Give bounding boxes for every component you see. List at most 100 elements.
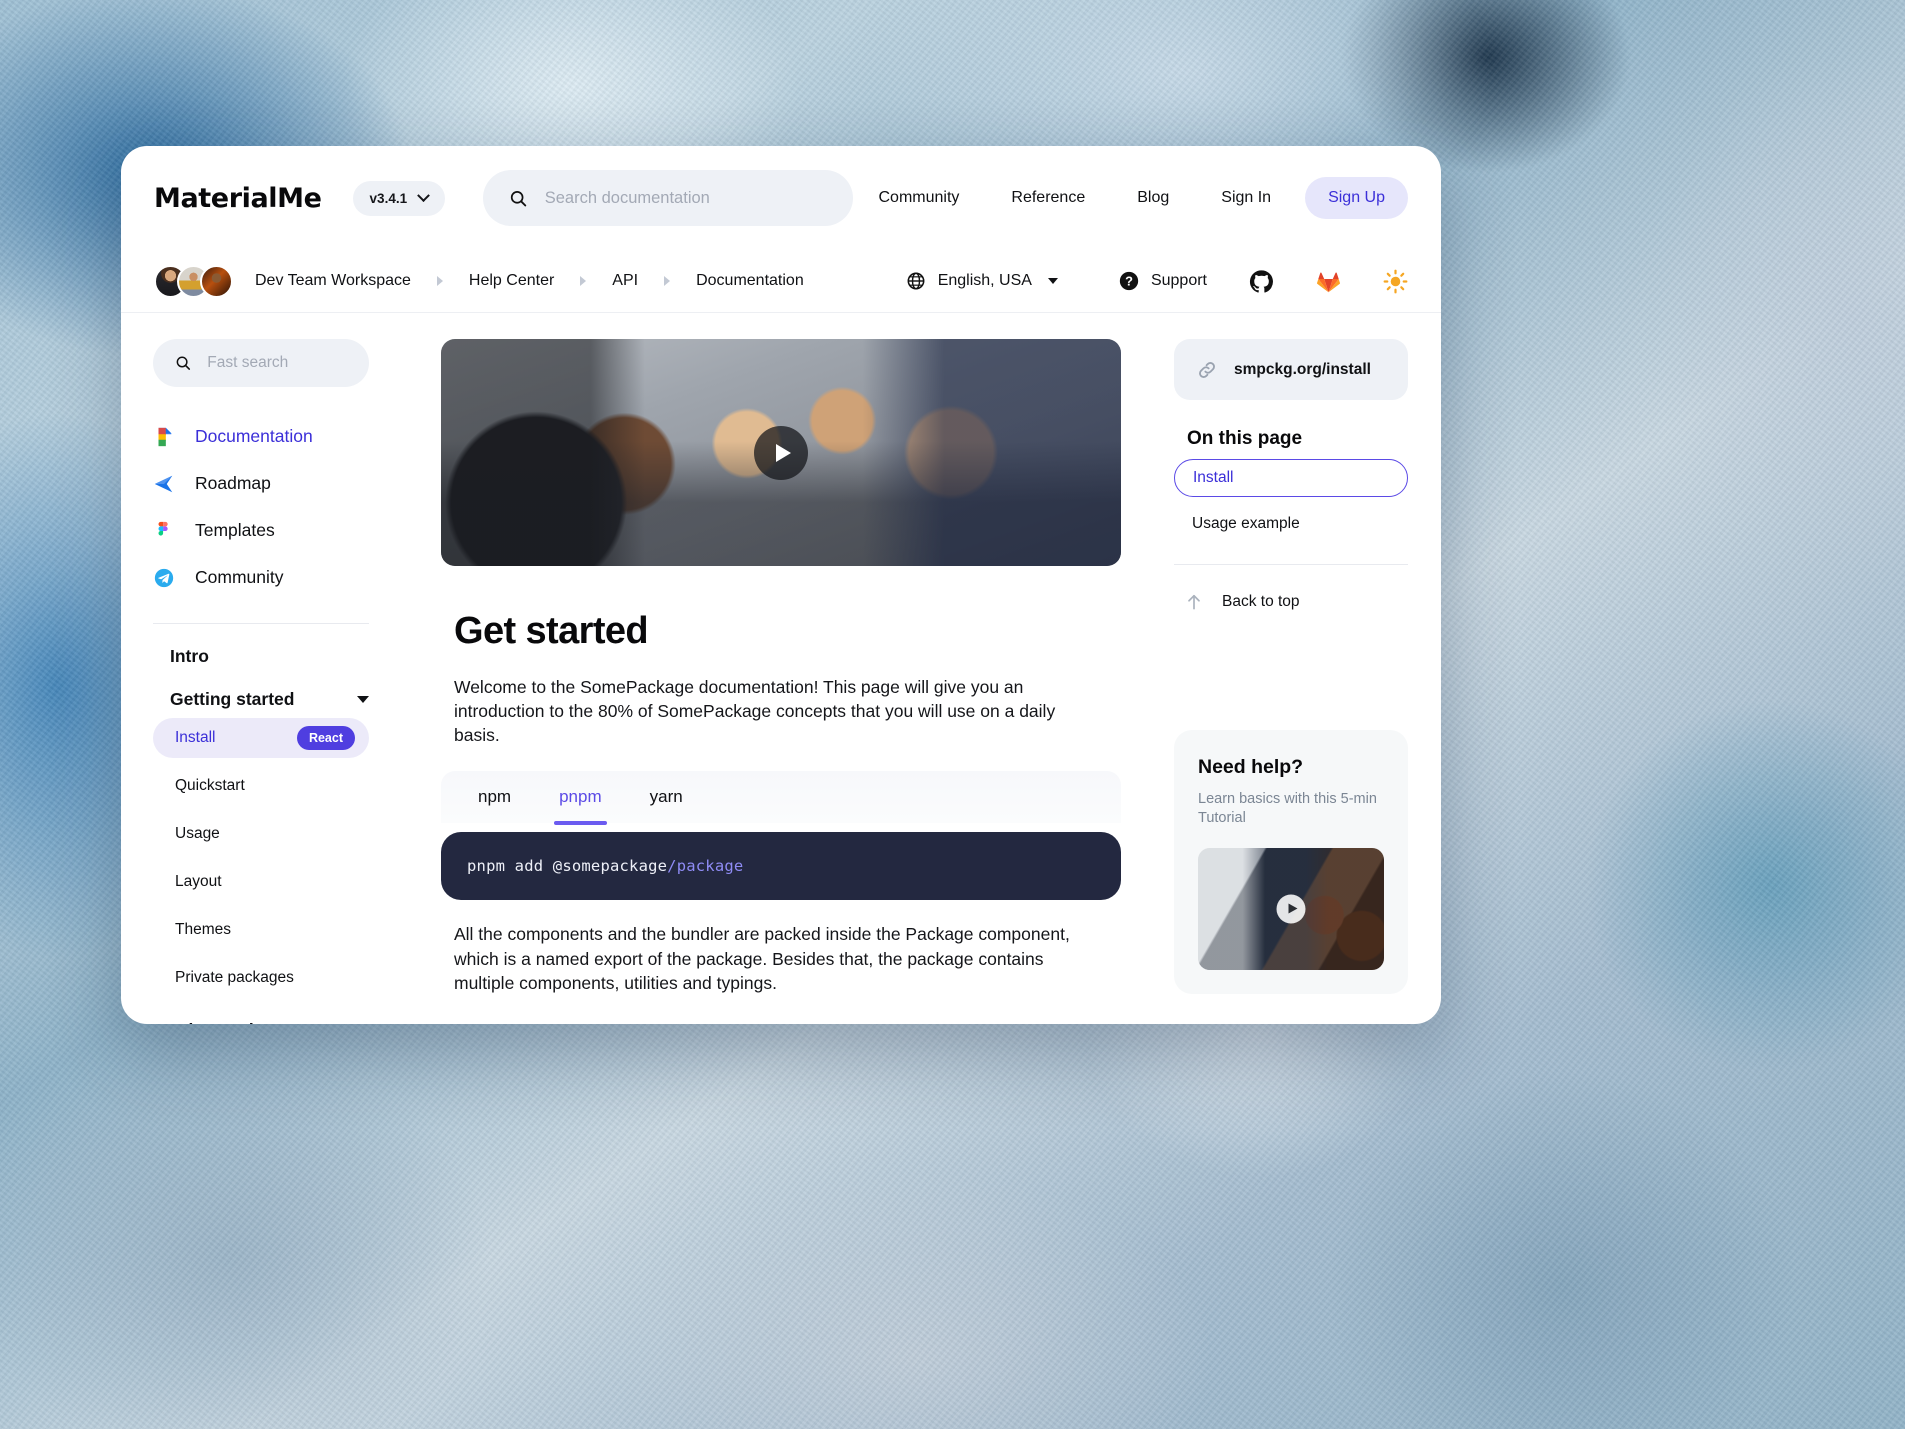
hero-video-thumbnail[interactable] bbox=[441, 339, 1121, 566]
code-command: pnpm add @somepackage bbox=[467, 857, 668, 876]
sidebar-subitem-install[interactable]: Install React bbox=[153, 718, 369, 758]
play-icon bbox=[1288, 903, 1297, 914]
version-label: v3.4.1 bbox=[369, 190, 408, 206]
toc-item-install[interactable]: Install bbox=[1174, 459, 1408, 497]
breadcrumb-bar: Dev Team Workspace Help Center API Docum… bbox=[121, 250, 1441, 313]
breadcrumb-actions: English, USA ? Support bbox=[906, 269, 1408, 294]
intro-paragraph: Welcome to the SomePackage documentation… bbox=[454, 677, 1056, 746]
sidebar-section-advanced-usage[interactable]: Advanced Usage bbox=[153, 998, 369, 1024]
nav-community[interactable]: Community bbox=[853, 189, 986, 207]
sidebar-subitem-label: Quickstart bbox=[175, 777, 245, 794]
breadcrumb-item-help-center[interactable]: Help Center bbox=[469, 272, 554, 290]
sidebar-item-templates[interactable]: Templates bbox=[153, 507, 369, 554]
play-button[interactable] bbox=[754, 425, 808, 480]
left-sidebar: Documentation Roadmap bbox=[121, 313, 401, 1024]
install-command-block[interactable]: pnpm add @somepackage/package bbox=[441, 832, 1121, 901]
rail-divider bbox=[1174, 564, 1408, 565]
chevron-right-icon bbox=[664, 276, 671, 286]
global-search[interactable] bbox=[483, 170, 853, 226]
sidebar-item-community[interactable]: Community bbox=[153, 554, 369, 601]
language-label: English, USA bbox=[937, 272, 1032, 289]
globe-icon bbox=[907, 272, 925, 290]
play-icon bbox=[775, 443, 791, 462]
arrow-up-icon bbox=[1188, 594, 1200, 610]
support-link[interactable]: ? Support bbox=[1118, 270, 1207, 292]
sidebar-subitem-label: Install bbox=[175, 729, 216, 746]
tab-pnpm[interactable]: pnpm bbox=[535, 771, 626, 826]
telegram-icon bbox=[153, 567, 175, 589]
version-selector[interactable]: v3.4.1 bbox=[352, 180, 446, 216]
need-help-subtitle: Learn basics with this 5-min Tutorial bbox=[1198, 791, 1377, 827]
nav-reference[interactable]: Reference bbox=[985, 189, 1111, 207]
github-link[interactable] bbox=[1249, 269, 1274, 294]
avatar-group[interactable] bbox=[154, 264, 233, 298]
sidebar-section-label: Getting started bbox=[170, 689, 295, 709]
sidebar-subitem-label: Themes bbox=[175, 921, 231, 938]
gitlab-icon bbox=[1316, 271, 1341, 292]
body-paragraph: All the components and the bundler are p… bbox=[454, 924, 1070, 993]
site-header: MaterialMe v3.4.1 Community Reference Bl… bbox=[121, 146, 1441, 250]
tab-npm[interactable]: npm bbox=[454, 771, 535, 823]
sign-up-button[interactable]: Sign Up bbox=[1305, 177, 1408, 219]
nav-blog[interactable]: Blog bbox=[1111, 189, 1195, 207]
github-icon bbox=[1249, 269, 1273, 293]
breadcrumb: Dev Team Workspace Help Center API Docum… bbox=[255, 272, 804, 290]
sidebar-section-getting-started[interactable]: Getting started bbox=[153, 667, 369, 710]
sidebar-subitem-usage[interactable]: Usage bbox=[153, 814, 369, 854]
search-icon bbox=[176, 356, 191, 370]
breadcrumb-item-documentation[interactable]: Documentation bbox=[696, 272, 804, 290]
sidebar-subitem-label: Private packages bbox=[175, 969, 294, 986]
tab-yarn[interactable]: yarn bbox=[626, 771, 707, 823]
tutorial-video-thumbnail[interactable] bbox=[1198, 847, 1384, 970]
need-help-title: Need help? bbox=[1198, 756, 1304, 778]
send-arrow-icon bbox=[153, 473, 175, 495]
nav-sign-in[interactable]: Sign In bbox=[1195, 189, 1297, 207]
sidebar-item-label: Documentation bbox=[195, 426, 313, 446]
chevron-down-icon bbox=[417, 188, 430, 202]
fast-search[interactable] bbox=[153, 339, 369, 387]
brand-logo[interactable]: MaterialMe bbox=[154, 183, 322, 214]
sidebar-item-documentation[interactable]: Documentation bbox=[153, 413, 369, 460]
breadcrumb-item-workspace[interactable]: Dev Team Workspace bbox=[255, 272, 411, 290]
sun-icon bbox=[1383, 269, 1408, 293]
status-badge: React bbox=[296, 726, 355, 750]
theme-toggle-button[interactable] bbox=[1383, 269, 1408, 294]
fast-search-input[interactable] bbox=[207, 354, 347, 372]
toc-item-usage-example[interactable]: Usage example bbox=[1174, 506, 1408, 542]
support-label: Support bbox=[1150, 272, 1207, 289]
sidebar-section-label: Advanced Usage bbox=[170, 1020, 311, 1024]
sidebar-subitem-private-packages[interactable]: Private packages bbox=[153, 958, 369, 998]
page-body: Documentation Roadmap bbox=[121, 313, 1441, 1024]
search-icon bbox=[510, 190, 527, 206]
sidebar-subitem-quickstart[interactable]: Quickstart bbox=[153, 766, 369, 806]
breadcrumb-item-api[interactable]: API bbox=[612, 272, 638, 290]
caret-down-icon bbox=[357, 696, 369, 703]
back-to-top-label: Back to top bbox=[1222, 593, 1300, 610]
gitlab-link[interactable] bbox=[1316, 269, 1341, 294]
link-icon bbox=[1199, 361, 1215, 378]
back-to-top-link[interactable]: Back to top bbox=[1184, 592, 1408, 612]
page-url-chip[interactable]: smpckg.org/install bbox=[1174, 339, 1408, 400]
chevron-right-icon bbox=[436, 276, 443, 286]
sidebar-item-label: Community bbox=[195, 567, 284, 587]
main-content: Get started Welcome to the SomePackage d… bbox=[401, 313, 1161, 1024]
page-title: Get started bbox=[454, 610, 649, 652]
figma-icon bbox=[153, 520, 175, 542]
need-help-card[interactable]: Need help? Learn basics with this 5-min … bbox=[1174, 730, 1408, 994]
sidebar-subitem-label: Usage bbox=[175, 825, 220, 842]
sidebar-section-label: Intro bbox=[170, 646, 209, 666]
caret-down-icon bbox=[1047, 278, 1058, 284]
sidebar-subitem-layout[interactable]: Layout bbox=[153, 862, 369, 902]
svg-text:?: ? bbox=[1125, 274, 1133, 289]
browser-window: MaterialMe v3.4.1 Community Reference Bl… bbox=[121, 146, 1441, 1024]
right-rail: smpckg.org/install On this page Install … bbox=[1161, 313, 1441, 1024]
language-selector[interactable]: English, USA bbox=[906, 271, 1058, 291]
sidebar-subitem-themes[interactable]: Themes bbox=[153, 910, 369, 950]
code-package-path: /package bbox=[667, 857, 744, 876]
page-url-text: smpckg.org/install bbox=[1234, 360, 1371, 378]
search-input[interactable] bbox=[544, 188, 827, 208]
play-button[interactable] bbox=[1276, 894, 1306, 924]
sidebar-section-intro[interactable]: Intro bbox=[153, 624, 369, 667]
sidebar-item-roadmap[interactable]: Roadmap bbox=[153, 460, 369, 507]
sidebar-item-label: Templates bbox=[195, 520, 275, 540]
